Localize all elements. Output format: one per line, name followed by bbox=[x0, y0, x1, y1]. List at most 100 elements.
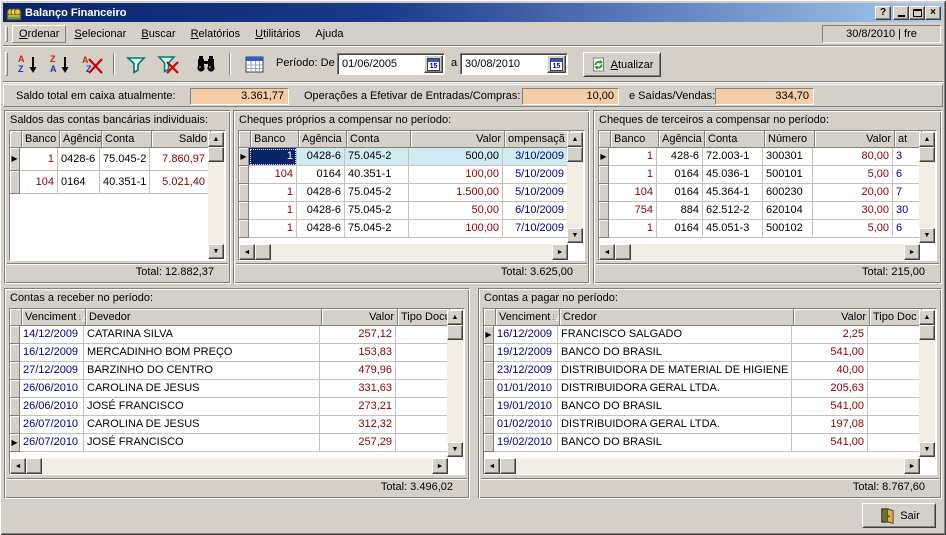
date-from-calendar-button[interactable]: 15 bbox=[424, 55, 443, 73]
cell[interactable]: 153,83 bbox=[320, 344, 396, 362]
row-indicator[interactable] bbox=[599, 184, 609, 202]
column-header[interactable]: Agência bbox=[60, 131, 102, 148]
vertical-scroll-track[interactable] bbox=[447, 325, 463, 442]
toolbar-gripper[interactable] bbox=[5, 52, 8, 76]
search-button[interactable] bbox=[193, 51, 219, 77]
table-row[interactable]: 1016445.051-35001025,006 bbox=[599, 220, 920, 238]
table-row[interactable]: 26/06/2010CAROLINA DE JESUS331,63 bbox=[10, 380, 448, 398]
maximize-button[interactable] bbox=[909, 6, 925, 20]
cell[interactable]: 75.045-2 bbox=[345, 184, 409, 202]
cell[interactable]: 45.364-1 bbox=[703, 184, 763, 202]
table-row[interactable]: ▶10428-675.045-2500,003/10/2009 bbox=[239, 148, 568, 166]
horizontal-scroll-track[interactable] bbox=[615, 244, 904, 260]
calendar-button[interactable] bbox=[241, 51, 267, 77]
cell[interactable]: 0164 bbox=[58, 171, 100, 194]
cell[interactable]: 40.351-1 bbox=[345, 166, 409, 184]
column-header[interactable]: Valor bbox=[794, 309, 870, 326]
row-indicator[interactable] bbox=[10, 398, 20, 416]
cell[interactable] bbox=[868, 434, 920, 452]
cell[interactable]: 01/01/2010 bbox=[494, 380, 558, 398]
cell[interactable]: 16/12/2009 bbox=[20, 344, 84, 362]
row-indicator[interactable] bbox=[10, 344, 20, 362]
table-row[interactable]: 23/12/2009DISTRIBUIDORA DE MATERIAL DE H… bbox=[484, 362, 920, 380]
scroll-left-button[interactable]: ◄ bbox=[239, 244, 255, 260]
cell[interactable]: 0428-6 bbox=[297, 148, 345, 166]
column-header[interactable]: Banco bbox=[611, 131, 659, 148]
cell[interactable]: 620104 bbox=[763, 202, 813, 220]
cell[interactable]: 300301 bbox=[763, 148, 813, 166]
table-row[interactable]: ▶10428-675.045-27.860,97 bbox=[10, 148, 209, 171]
cell[interactable]: 7.860,97 bbox=[150, 148, 209, 171]
scroll-up-button[interactable]: ▲ bbox=[919, 310, 935, 325]
cell[interactable] bbox=[868, 416, 920, 434]
cell[interactable]: 6 bbox=[893, 220, 920, 238]
menu-item-utilitários[interactable]: Utilitários bbox=[248, 25, 307, 43]
cell[interactable]: 75.045-2 bbox=[345, 148, 409, 166]
table-row[interactable]: 19/01/2010BANCO DO BRASIL541,00 bbox=[484, 398, 920, 416]
column-header[interactable]: Agência bbox=[659, 131, 705, 148]
row-indicator[interactable] bbox=[484, 416, 494, 434]
table-row[interactable]: 10428-675.045-250,006/10/2009 bbox=[239, 202, 568, 220]
menu-item-ordenar[interactable]: Ordenar bbox=[12, 25, 66, 43]
cell[interactable]: 30 bbox=[893, 202, 920, 220]
cell[interactable]: 23/12/2009 bbox=[494, 362, 558, 380]
cell[interactable]: 72.003-1 bbox=[703, 148, 763, 166]
cell[interactable]: 500102 bbox=[763, 220, 813, 238]
cell[interactable]: 5.021,40 bbox=[150, 171, 209, 194]
cell[interactable]: 197,08 bbox=[792, 416, 868, 434]
vertical-scroll-thumb[interactable] bbox=[447, 325, 463, 340]
row-indicator[interactable] bbox=[10, 326, 20, 344]
column-header[interactable]: Banco bbox=[22, 131, 60, 148]
help-button[interactable]: ? bbox=[875, 6, 891, 20]
column-header[interactable]: Agência bbox=[299, 131, 347, 148]
cell[interactable]: 62.512-2 bbox=[703, 202, 763, 220]
cell[interactable]: 600230 bbox=[763, 184, 813, 202]
table-row[interactable]: 104016445.364-160023020,007 bbox=[599, 184, 920, 202]
row-indicator[interactable] bbox=[599, 220, 609, 238]
cell[interactable]: 479,96 bbox=[320, 362, 396, 380]
vertical-scroll-thumb[interactable] bbox=[208, 147, 224, 162]
row-indicator[interactable] bbox=[10, 416, 20, 434]
cell[interactable]: 1.500,00 bbox=[409, 184, 503, 202]
cell[interactable]: 1 bbox=[249, 202, 297, 220]
cell[interactable]: 205,63 bbox=[792, 380, 868, 398]
cell[interactable]: CATARINA SILVA bbox=[84, 326, 320, 344]
horizontal-scrollbar[interactable]: ◄► bbox=[599, 244, 920, 260]
scroll-down-button[interactable]: ▼ bbox=[567, 228, 583, 243]
horizontal-scroll-track[interactable] bbox=[255, 244, 552, 260]
cell[interactable] bbox=[396, 380, 448, 398]
horizontal-scroll-thumb[interactable] bbox=[26, 458, 42, 474]
cell[interactable]: 331,63 bbox=[320, 380, 396, 398]
cell[interactable]: DISTRIBUIDORA GERAL LTDA. bbox=[558, 416, 792, 434]
row-indicator[interactable]: ▶ bbox=[484, 326, 494, 344]
horizontal-scrollbar[interactable]: ◄► bbox=[484, 458, 920, 474]
cell[interactable]: 19/02/2010 bbox=[494, 434, 558, 452]
cell[interactable]: 75.045-2 bbox=[345, 220, 409, 238]
row-indicator[interactable] bbox=[239, 202, 249, 220]
cell[interactable] bbox=[868, 398, 920, 416]
scroll-left-button[interactable]: ◄ bbox=[484, 458, 500, 474]
cell[interactable]: 01/02/2010 bbox=[494, 416, 558, 434]
vertical-scroll-track[interactable] bbox=[208, 147, 224, 244]
table-row[interactable]: 75488462.512-262010430,0030 bbox=[599, 202, 920, 220]
horizontal-scrollbar[interactable]: ◄► bbox=[239, 244, 568, 260]
horizontal-scroll-thumb[interactable] bbox=[500, 458, 516, 474]
scroll-right-button[interactable]: ► bbox=[552, 244, 568, 260]
minimize-button[interactable] bbox=[893, 6, 909, 20]
cell[interactable]: CAROLINA DE JESUS bbox=[84, 380, 320, 398]
scroll-up-button[interactable]: ▲ bbox=[567, 132, 583, 147]
vertical-scroll-thumb[interactable] bbox=[567, 147, 583, 162]
cell[interactable]: 257,29 bbox=[320, 434, 396, 452]
cell[interactable]: 1 bbox=[20, 148, 58, 171]
menu-item-buscar[interactable]: Buscar bbox=[134, 25, 182, 43]
scroll-up-button[interactable]: ▲ bbox=[208, 132, 224, 147]
cell[interactable]: 5/10/2009 bbox=[503, 184, 568, 202]
date-to-field[interactable]: 30/08/2010 15 bbox=[460, 53, 568, 75]
cell[interactable]: 50,00 bbox=[409, 202, 503, 220]
vertical-scrollbar[interactable]: ▲▼ bbox=[447, 310, 463, 457]
row-indicator[interactable] bbox=[10, 380, 20, 398]
vertical-scrollbar[interactable]: ▲▼ bbox=[567, 132, 583, 243]
cell[interactable]: 5,00 bbox=[813, 220, 893, 238]
cell[interactable] bbox=[868, 326, 920, 344]
cell[interactable] bbox=[396, 434, 448, 452]
